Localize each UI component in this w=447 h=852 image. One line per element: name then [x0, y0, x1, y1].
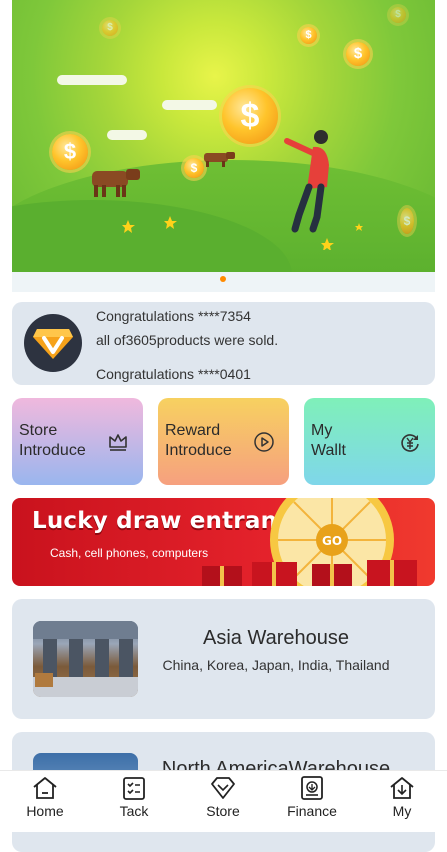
user-home-icon: [390, 777, 414, 799]
coin-icon: $: [102, 20, 118, 36]
lucky-draw-subtitle: Cash, cell phones, computers: [50, 546, 209, 560]
my-wallet-card[interactable]: My Wallt: [304, 398, 435, 485]
wheel-go-label: GO: [322, 534, 342, 548]
warehouse-regions: China, Korea, Japan, India, Thailand: [162, 657, 390, 673]
tab-label: Store: [206, 803, 240, 819]
cow-illustration: [92, 169, 140, 197]
diamond-icon: [211, 777, 235, 799]
task-list-icon: [123, 777, 145, 800]
store-introduce-card[interactable]: Store Introduce: [12, 398, 143, 485]
tab-task[interactable]: Tack: [94, 775, 174, 819]
card-label: My: [311, 422, 333, 439]
lucky-draw-banner[interactable]: Lucky draw entrance Cash, cell phones, c…: [12, 498, 435, 586]
coin-icon: $: [300, 27, 317, 44]
hero-banner[interactable]: $ $ $ $ $ $ $ $: [12, 0, 435, 272]
coin-icon: $: [222, 88, 278, 144]
yen-refresh-icon: [401, 434, 419, 452]
banner-cloud: [107, 130, 147, 140]
crown-icon: [109, 434, 127, 451]
warehouse-name: Asia Warehouse: [203, 627, 349, 649]
coin-icon: $: [400, 208, 414, 234]
tab-label: Finance: [287, 803, 337, 819]
notice-ticker: Congratulations ****7354 all of3605produ…: [96, 302, 426, 385]
reward-introduce-card[interactable]: Reward Introduce: [158, 398, 289, 485]
coin-icon: $: [390, 7, 406, 23]
home-icon: [33, 777, 57, 799]
tab-finance[interactable]: Finance: [272, 775, 352, 819]
notice-line: Congratulations ****7354: [96, 308, 251, 324]
tab-my[interactable]: My: [362, 775, 442, 819]
tab-label: Home: [26, 803, 64, 819]
warehouse-image: [33, 621, 138, 697]
tab-home[interactable]: Home: [5, 775, 85, 819]
star-decorations: [122, 216, 363, 250]
card-label: Wallt: [311, 442, 346, 459]
gift-boxes-illustration: [202, 560, 417, 586]
carousel-indicator-bar: [12, 272, 435, 292]
coin-icon: $: [52, 134, 88, 170]
vip-badge-icon: [24, 314, 82, 372]
play-icon: [254, 432, 274, 452]
card-label: Introduce: [19, 442, 86, 459]
finance-icon: [301, 776, 323, 800]
tab-label: Tack: [119, 803, 149, 819]
notice-line: Congratulations ****0401: [96, 366, 251, 382]
tab-store[interactable]: Store: [183, 775, 263, 819]
banner-cloud: [162, 100, 217, 110]
tab-label: My: [392, 803, 412, 819]
cow-illustration: [204, 152, 235, 167]
card-label: Introduce: [165, 442, 232, 459]
card-label: Reward: [165, 422, 221, 439]
banner-cloud: [57, 75, 127, 85]
carousel-dot-active[interactable]: [220, 276, 226, 282]
card-label: Store: [19, 422, 58, 439]
notice-line: all of3605products were sold.: [96, 332, 279, 348]
coin-icon: $: [346, 42, 370, 66]
